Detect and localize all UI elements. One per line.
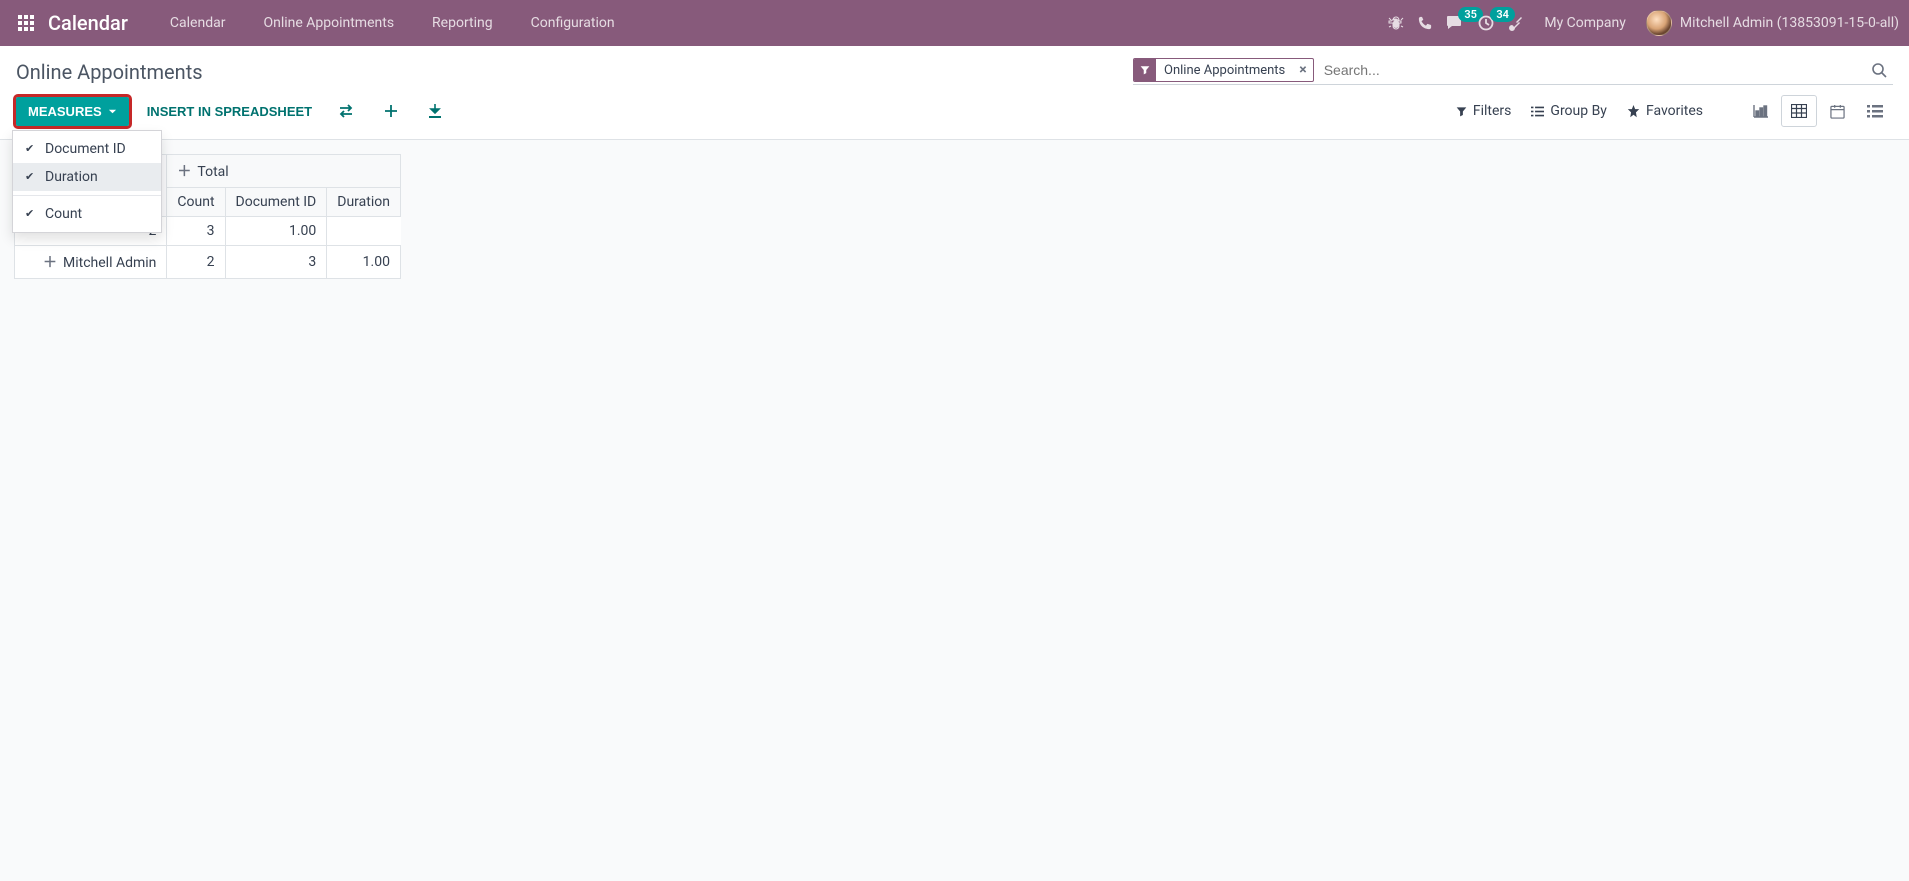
search-input[interactable]: [1320, 58, 1865, 82]
view-calendar-button[interactable]: [1819, 95, 1855, 127]
check-icon: ✔: [25, 170, 39, 183]
company-selector[interactable]: My Company: [1538, 15, 1632, 31]
measures-button[interactable]: MEASURES: [16, 97, 129, 126]
measures-label: MEASURES: [28, 104, 102, 119]
measure-item-count[interactable]: ✔ Count: [13, 200, 161, 228]
pivot-col-duration: Duration: [327, 188, 401, 217]
facet-label: Online Appointments: [1156, 63, 1293, 78]
nav-item-calendar[interactable]: Calendar: [152, 7, 244, 39]
measure-label: Count: [45, 206, 82, 222]
view-list-button[interactable]: [1857, 95, 1893, 127]
apps-icon[interactable]: [10, 7, 42, 39]
flip-axis-button[interactable]: [330, 97, 362, 125]
filters-label: Filters: [1473, 103, 1512, 119]
facet-remove[interactable]: ×: [1293, 62, 1312, 78]
nav-item-configuration[interactable]: Configuration: [513, 7, 633, 39]
activities-icon[interactable]: 34: [1478, 15, 1494, 31]
pivot-col-docid: Document ID: [225, 188, 327, 217]
plus-icon: ＋: [177, 164, 191, 180]
pivot-row-header[interactable]: ＋Mitchell Admin: [15, 246, 167, 279]
debug-icon[interactable]: [1388, 15, 1404, 31]
pivot-col-total[interactable]: ＋Total: [167, 155, 401, 188]
pivot-cell: 2: [167, 246, 225, 279]
nav-items: Calendar Online Appointments Reporting C…: [152, 7, 633, 39]
measure-label: Document ID: [45, 141, 126, 157]
expand-all-button[interactable]: [376, 97, 406, 125]
view-pivot-button[interactable]: [1781, 95, 1817, 127]
measures-dropdown: ✔ Document ID ✔ Duration ✔ Count: [12, 130, 162, 233]
list-icon: [1531, 106, 1544, 117]
pivot-cell: 3: [167, 217, 225, 246]
pivot-cell: 1.00: [327, 246, 401, 279]
pivot-row: ＋Mitchell Admin 2 3 1.00: [15, 246, 401, 279]
nav-right: 35 34 My Company Mitchell Admin (1385309…: [1388, 10, 1899, 36]
search-box: Online Appointments ×: [1133, 58, 1893, 85]
dropdown-divider: [13, 195, 161, 196]
search-icon[interactable]: [1865, 62, 1893, 78]
user-name: Mitchell Admin (13853091-15-0-all): [1680, 15, 1899, 31]
nav-item-online-appointments[interactable]: Online Appointments: [245, 7, 412, 39]
measure-item-duration[interactable]: ✔ Duration: [13, 163, 161, 191]
caret-down-icon: [108, 107, 117, 116]
nav-item-reporting[interactable]: Reporting: [414, 7, 511, 39]
groupby-label: Group By: [1550, 103, 1607, 119]
check-icon: ✔: [25, 207, 39, 220]
top-nav: Calendar Calendar Online Appointments Re…: [0, 0, 1909, 46]
search-facet: Online Appointments ×: [1133, 58, 1314, 82]
tools-icon[interactable]: [1508, 15, 1524, 31]
view-graph-button[interactable]: [1743, 95, 1779, 127]
app-brand[interactable]: Calendar: [48, 11, 128, 35]
filter-icon: [1456, 106, 1467, 117]
avatar: [1646, 10, 1672, 36]
filters-button[interactable]: Filters: [1456, 103, 1512, 119]
measure-label: Duration: [45, 169, 98, 185]
favorites-label: Favorites: [1646, 103, 1703, 119]
pivot-area: ＋Total Count Document ID Duration 2 3 1.…: [0, 140, 1909, 293]
insert-spreadsheet-button[interactable]: INSERT IN SPREADSHEET: [143, 97, 316, 126]
filter-icon: [1134, 59, 1156, 81]
check-icon: ✔: [25, 142, 39, 155]
pivot-cell: 1.00: [225, 217, 327, 246]
measure-item-document-id[interactable]: ✔ Document ID: [13, 135, 161, 163]
phone-icon[interactable]: [1418, 16, 1432, 30]
control-panel: Online Appointments Online Appointments …: [0, 46, 1909, 140]
groupby-button[interactable]: Group By: [1531, 103, 1607, 119]
download-button[interactable]: [420, 97, 450, 125]
star-icon: [1627, 105, 1640, 118]
favorites-button[interactable]: Favorites: [1627, 103, 1703, 119]
plus-icon: ＋: [43, 255, 57, 271]
view-switcher: [1743, 95, 1893, 127]
messages-icon[interactable]: 35: [1446, 15, 1464, 31]
pivot-col-count: Count: [167, 188, 225, 217]
user-menu[interactable]: Mitchell Admin (13853091-15-0-all): [1646, 10, 1899, 36]
pivot-cell: 3: [225, 246, 327, 279]
breadcrumb: Online Appointments: [16, 60, 203, 84]
